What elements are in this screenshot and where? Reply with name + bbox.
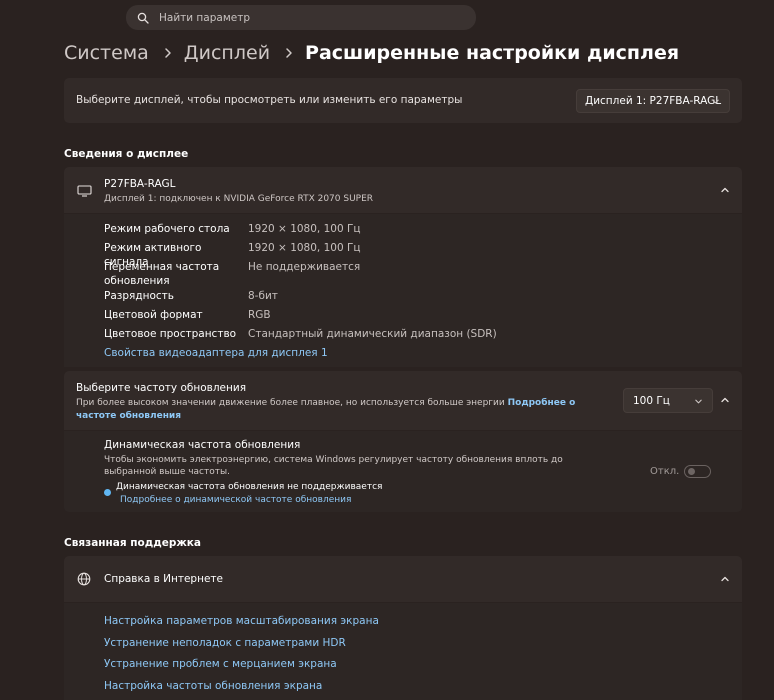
refresh-rate-card: Выберите частоту обновления При более вы… [64, 371, 742, 430]
info-row-label: Переменная частота обновления [104, 261, 220, 287]
info-row-value: RGB [248, 309, 271, 321]
info-row-value: Стандартный динамический диапазон (SDR) [248, 328, 497, 340]
refresh-rate-title: Выберите частоту обновления [76, 382, 247, 394]
chevron-up-icon[interactable] [720, 185, 730, 195]
search-icon [137, 12, 149, 24]
refresh-rate-description: При более высоком значении движение боле… [76, 397, 596, 423]
display-info-header[interactable]: P27FBA-RAGL Дисплей 1: подключен к NVIDI… [64, 167, 742, 213]
page-title: Расширенные настройки дисплея [305, 42, 680, 64]
refresh-rate-dropdown[interactable]: 100 Гц [623, 388, 713, 413]
info-row-label: Разрядность [104, 290, 174, 302]
dynamic-refresh-description: Чтобы экономить электроэнергию, система … [104, 455, 563, 477]
dynamic-refresh-title: Динамическая частота обновления [104, 439, 301, 451]
search-box[interactable] [126, 5, 476, 30]
display-dropdown[interactable]: Дисплей 1: P27FBA-RAGL [576, 89, 730, 113]
info-row-value: 1920 × 1080, 100 Гц [248, 223, 361, 235]
help-link[interactable]: Настройка параметров масштабирования экр… [104, 615, 379, 627]
online-help-body: Настройка параметров масштабирования экр… [64, 603, 742, 700]
chevron-up-icon[interactable] [720, 574, 730, 584]
online-help-title: Справка в Интернете [104, 573, 223, 585]
search-input[interactable] [157, 10, 461, 25]
info-row-value: 1920 × 1080, 100 Гц [248, 242, 361, 254]
chevron-up-icon[interactable] [720, 395, 730, 405]
info-row-label: Цветовой формат [104, 309, 203, 321]
online-help-header[interactable]: Справка в Интернете [64, 556, 742, 602]
dynamic-refresh-toggle-label: Откл. [650, 466, 680, 477]
info-row-value: 8-бит [248, 290, 278, 302]
section-title-display-info: Сведения о дисплее [64, 148, 189, 160]
globe-icon [77, 572, 91, 586]
dynamic-refresh-warning: Динамическая частота обновления не подде… [116, 482, 383, 492]
display-subtitle: Дисплей 1: подключен к NVIDIA GeForce RT… [104, 194, 374, 204]
display-name: P27FBA-RAGL [104, 178, 176, 190]
chevron-down-icon [695, 399, 702, 404]
breadcrumb-display[interactable]: Дисплей [184, 42, 270, 64]
breadcrumb-system[interactable]: Система [64, 42, 149, 64]
toggle-knob [688, 468, 695, 475]
chevron-right-icon [286, 48, 292, 58]
display-info-body: Режим рабочего стола 1920 × 1080, 100 Гц… [64, 214, 742, 367]
dynamic-refresh-learn-more-link[interactable]: Подробнее о динамической частоте обновле… [120, 495, 351, 505]
dynamic-refresh-toggle[interactable] [684, 465, 711, 478]
dynamic-refresh-card: Динамическая частота обновления Чтобы эк… [64, 431, 742, 512]
info-dot-icon [104, 489, 111, 496]
display-selector-card: Выберите дисплей, чтобы просмотреть или … [64, 78, 742, 123]
display-selector-label: Выберите дисплей, чтобы просмотреть или … [76, 94, 463, 106]
section-title-related-support: Связанная поддержка [64, 537, 201, 549]
refresh-rate-description-text: При более высоком значении движение боле… [76, 398, 505, 408]
help-link[interactable]: Устранение проблем с мерцанием экрана [104, 658, 337, 670]
adapter-properties-link[interactable]: Свойства видеоадаптера для дисплея 1 [104, 347, 328, 359]
help-link[interactable]: Устранение неполадок с параметрами HDR [104, 637, 346, 649]
info-row-label: Режим рабочего стола [104, 223, 230, 235]
refresh-rate-dropdown-value: 100 Гц [633, 394, 670, 407]
info-row-label: Цветовое пространство [104, 328, 237, 340]
display-dropdown-value: Дисплей 1: P27FBA-RAGL [585, 95, 722, 107]
chevron-down-icon [712, 99, 719, 104]
breadcrumb: Система Дисплей Расширенные настройки ди… [64, 38, 679, 68]
info-row-value: Не поддерживается [248, 261, 361, 273]
monitor-icon [77, 185, 92, 197]
chevron-right-icon [165, 48, 171, 58]
help-link[interactable]: Настройка частоты обновления экрана [104, 680, 322, 692]
